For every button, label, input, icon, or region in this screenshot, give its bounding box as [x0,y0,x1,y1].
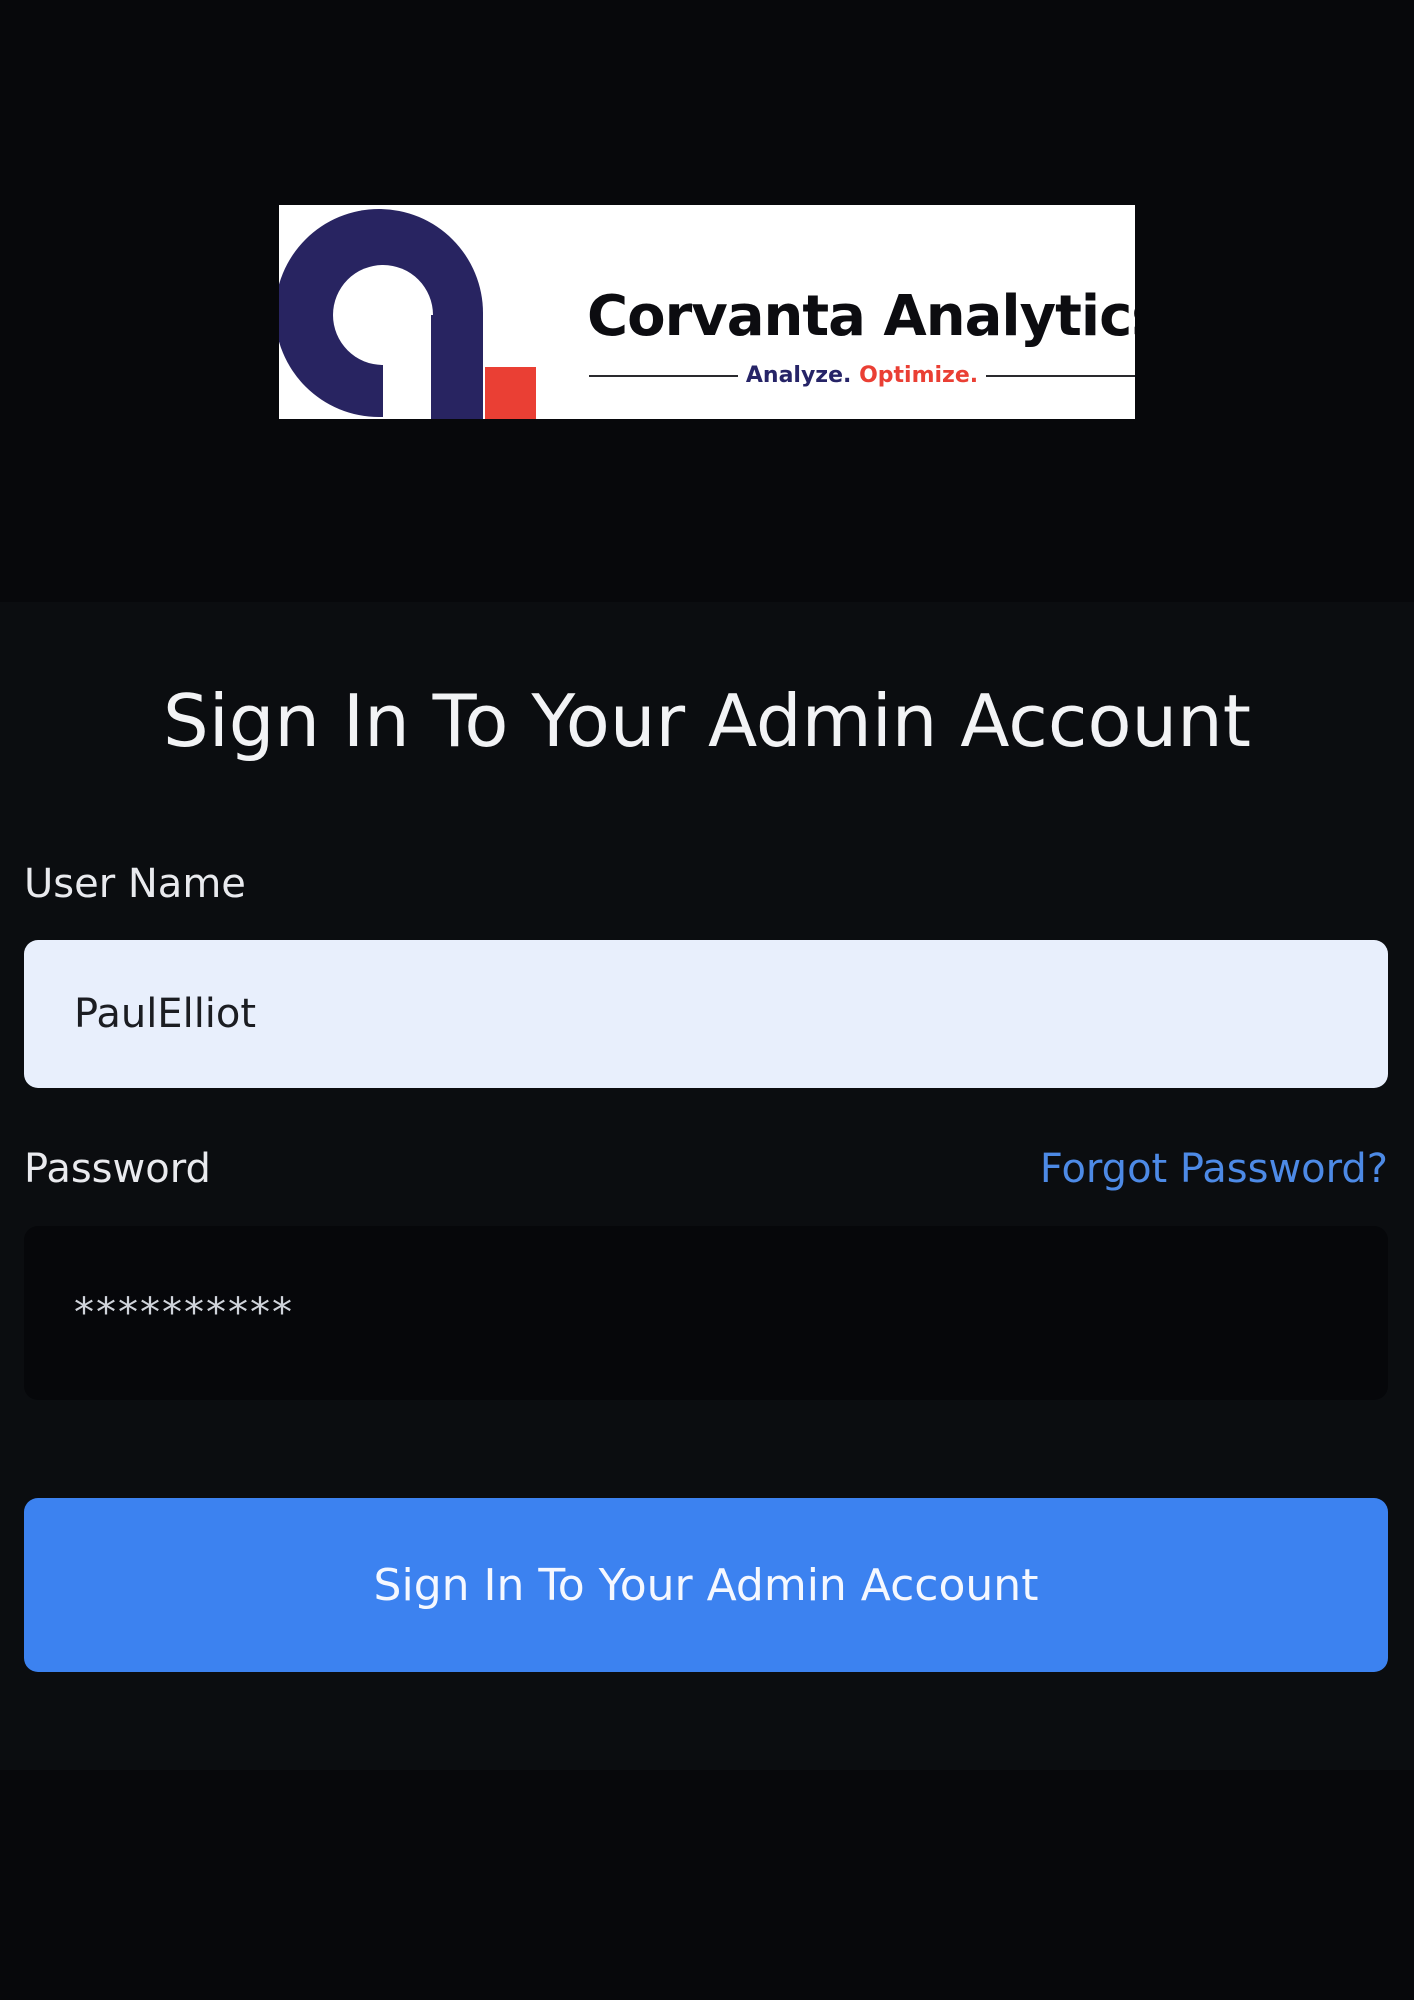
logo-mark-icon [279,209,536,419]
tagline-optimize: Optimize. [859,363,979,388]
page-title: Sign In To Your Admin Account [162,679,1251,763]
sign-in-form: Sign In To Your Admin Account User Name … [0,602,1414,1770]
tagline-divider-right [986,375,1135,377]
footer-area [0,1770,1414,2000]
header-area: Corvanta Analytics Analyze. Optimize. [0,0,1414,602]
password-label: Password [24,1146,211,1192]
password-input[interactable] [24,1226,1388,1400]
tagline-text: Analyze. Optimize. [738,365,986,387]
sign-in-button[interactable]: Sign In To Your Admin Account [24,1498,1388,1672]
tagline-divider-left [589,375,738,377]
forgot-password-link[interactable]: Forgot Password? [1040,1149,1388,1189]
company-logo: Corvanta Analytics Analyze. Optimize. [279,205,1135,419]
logo-company-name: Corvanta Analytics [587,284,1135,349]
logo-tagline: Analyze. Optimize. [589,361,1135,391]
tagline-analyze: Analyze. [745,363,852,388]
username-label: User Name [24,861,246,907]
username-input[interactable] [24,940,1388,1088]
